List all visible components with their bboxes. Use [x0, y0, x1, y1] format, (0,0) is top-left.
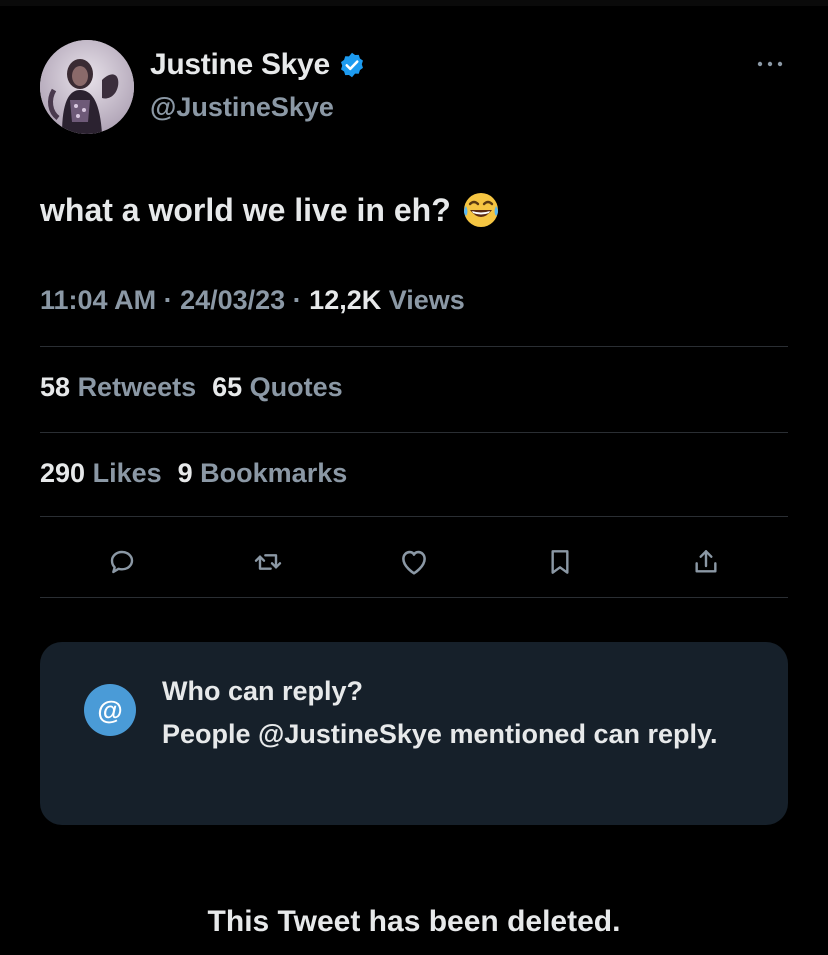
meta-separator: · [285, 285, 310, 315]
retweets-count: 58 [40, 372, 71, 402]
reply-icon[interactable] [100, 540, 144, 584]
share-icon[interactable] [684, 540, 728, 584]
like-bookmark-stats: 290 Likes 9 Bookmarks [40, 458, 347, 489]
bookmarks-label: Bookmarks [200, 458, 348, 488]
tweet-detail-screen: Justine Skye @JustineSkye what a world w… [0, 0, 828, 955]
tweet-meta: 11:04 AM · 24/03/23 · 12,2K Views [40, 285, 465, 316]
laughing-tears-emoji-icon [461, 190, 501, 230]
tweet-action-bar [40, 540, 788, 590]
mention-badge-icon: @ [84, 684, 136, 736]
tweet-text-content: what a world we live in eh? [40, 191, 451, 228]
avatar[interactable] [40, 40, 134, 134]
verified-badge-icon [338, 51, 366, 79]
bookmark-icon[interactable] [538, 540, 582, 584]
meta-separator: · [156, 285, 181, 315]
avatar-image [40, 40, 134, 134]
quotes-count: 65 [212, 372, 243, 402]
likes-label: Likes [92, 458, 162, 488]
likes-stat[interactable]: 290 Likes [40, 458, 162, 489]
likes-count: 290 [40, 458, 86, 488]
retweet-quote-stats: 58 Retweets 65 Quotes [40, 372, 343, 403]
author-name-row[interactable]: Justine Skye [150, 48, 366, 82]
tweet-time[interactable]: 11:04 AM [40, 285, 156, 315]
divider [40, 597, 788, 598]
quotes-label: Quotes [249, 372, 343, 402]
divider [40, 346, 788, 347]
author-display-name[interactable]: Justine Skye [150, 48, 330, 82]
reply-restriction-card: @ Who can reply? People @JustineSkye men… [40, 642, 788, 825]
bookmarks-count: 9 [177, 458, 193, 488]
reply-restriction-title: Who can reply? [162, 676, 364, 706]
quotes-stat[interactable]: 65 Quotes [212, 372, 343, 403]
tweet-date[interactable]: 24/03/23 [180, 285, 285, 315]
deleted-tweet-notice: This Tweet has been deleted. [207, 905, 621, 938]
retweets-stat[interactable]: 58 Retweets [40, 372, 196, 403]
divider [40, 432, 788, 433]
retweets-label: Retweets [77, 372, 197, 402]
reply-restriction-description: People @JustineSkye mentioned can reply. [162, 719, 718, 749]
retweet-icon[interactable] [246, 540, 290, 584]
divider [40, 516, 788, 517]
like-icon[interactable] [392, 540, 436, 584]
views-count[interactable]: 12,2K [309, 285, 381, 315]
views-label[interactable]: Views [389, 285, 465, 315]
more-options-icon[interactable] [752, 54, 788, 74]
bookmarks-stat[interactable]: 9 Bookmarks [178, 458, 348, 489]
author-handle[interactable]: @JustineSkye [150, 92, 334, 123]
status-strip [0, 0, 828, 6]
tweet-text: what a world we live in eh? [40, 190, 501, 230]
